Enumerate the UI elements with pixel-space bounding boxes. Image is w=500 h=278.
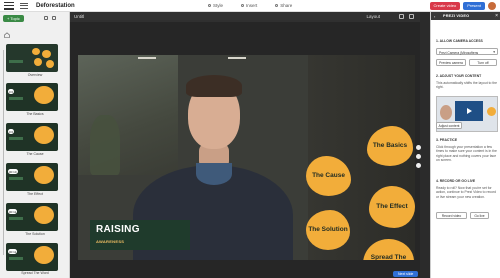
thumb-label: The Cause — [26, 152, 44, 156]
section-text: Ready to roll? Now that you're set for a… — [436, 186, 497, 199]
topic-bubble-basics[interactable]: The Basics — [367, 126, 413, 166]
canvas-toolbar: Untitl Layout — [70, 12, 420, 22]
home-icon[interactable] — [4, 25, 10, 38]
thumb-label: The Basics — [26, 112, 44, 116]
zoom-in-icon[interactable] — [416, 154, 421, 159]
section-text: Click through your presentation a few ti… — [436, 145, 497, 163]
insert-icon — [241, 4, 245, 7]
turn-off-button[interactable]: Turn off — [469, 59, 497, 66]
back-icon[interactable]: ‹ — [434, 14, 435, 19]
top-right-actions: Create video Present — [429, 1, 496, 10]
toolbar-tabs: Style Insert Share — [200, 2, 300, 9]
section-text: This automatically shifts the layout to … — [436, 81, 498, 90]
thumb-spread-the-word[interactable]: 00:11 — [6, 243, 58, 271]
style-icon — [208, 4, 211, 7]
canvas-title: Untitl — [74, 14, 85, 19]
chevron-down-icon: ▾ — [493, 50, 495, 54]
topic-bubble-solution[interactable]: The Solution — [306, 210, 350, 250]
next-slide-button[interactable]: Next slide — [393, 271, 419, 277]
thumb-label: The Solution — [25, 232, 45, 236]
prezi-logo-icon[interactable] — [4, 1, 14, 10]
tab-share[interactable]: Share — [267, 2, 300, 9]
tab-style[interactable]: Style — [200, 2, 231, 9]
camera-preview: RAISING AWARENESS The Basics The Cause T… — [78, 55, 415, 260]
tab-insert[interactable]: Insert — [233, 2, 265, 9]
background-plant — [90, 115, 120, 175]
thumb-label: The Effect — [27, 192, 43, 196]
canvas-toolbar-icons — [399, 14, 414, 19]
prezi-video-panel: ‹ PREZI VIDEO × 1. ALLOW CAMERA ACCESS P… — [430, 12, 500, 278]
top-bar: Deforestation Style Insert Share Create … — [0, 0, 500, 12]
share-icon — [275, 4, 279, 7]
preview-camera-button[interactable]: Preview camera — [436, 59, 466, 66]
thumb-the-effect[interactable]: 00:10 — [6, 163, 58, 191]
topic-bubble-effect[interactable]: The Effect — [369, 186, 415, 228]
caption-subtitle: AWARENESS — [96, 239, 125, 244]
present-button[interactable]: Present — [463, 1, 485, 10]
camera-select[interactable]: Prezi Camera (Mirosoftens ▾ — [436, 48, 498, 55]
zoom-controls — [416, 145, 421, 168]
avatar[interactable] — [488, 1, 496, 10]
panel-title: PREZI VIDEO — [443, 13, 470, 18]
menu-icon[interactable] — [20, 2, 28, 9]
grid-view-icon[interactable] — [44, 16, 48, 20]
add-topic-button[interactable]: + Topic — [3, 15, 24, 22]
thumb-overview[interactable] — [6, 44, 58, 72]
create-video-button[interactable]: Create video — [429, 1, 461, 10]
panel-icons — [44, 16, 56, 20]
close-icon[interactable]: × — [495, 13, 498, 19]
thumb-the-cause[interactable]: 0:0 — [6, 123, 58, 151]
caption-box: RAISING AWARENESS — [90, 220, 190, 250]
section-title: 4. RECORD OR GO LIVE — [436, 179, 476, 183]
layout-button[interactable]: Layout — [366, 14, 380, 19]
record-video-button[interactable]: Record video — [436, 212, 467, 219]
canvas-area: Untitl Layout RAISING AWARENESS The Basi… — [70, 12, 420, 278]
camera-icon[interactable] — [399, 14, 404, 19]
thumb-label: Overview — [27, 73, 43, 77]
thumb-the-basics[interactable]: 0:0 — [6, 83, 58, 111]
play-icon — [466, 108, 472, 114]
thumb-the-solution[interactable]: 00:11 — [6, 203, 58, 231]
settings-icon[interactable] — [409, 14, 414, 19]
go-live-button[interactable]: Go live — [470, 212, 489, 219]
zoom-out-icon[interactable] — [416, 163, 421, 168]
adjust-content-button[interactable]: Adjust content — [436, 122, 462, 129]
presentation-title[interactable]: Deforestation — [36, 3, 75, 9]
thumb-label: Spread The Word — [21, 271, 49, 275]
collapse-panel-icon[interactable] — [52, 16, 56, 20]
panel-header: ‹ PREZI VIDEO × — [431, 12, 500, 20]
section-title: 2. ADJUST YOUR CONTENT — [436, 74, 482, 78]
caption-title: RAISING — [96, 224, 140, 235]
section-title: 1. ALLOW CAMERA ACCESS — [436, 39, 483, 43]
topic-panel: + Topic Overview 0:0 The Basics 0:0 The … — [0, 12, 70, 278]
home-view-icon[interactable] — [416, 145, 421, 150]
section-title: 3. PRACTICE — [436, 138, 458, 142]
